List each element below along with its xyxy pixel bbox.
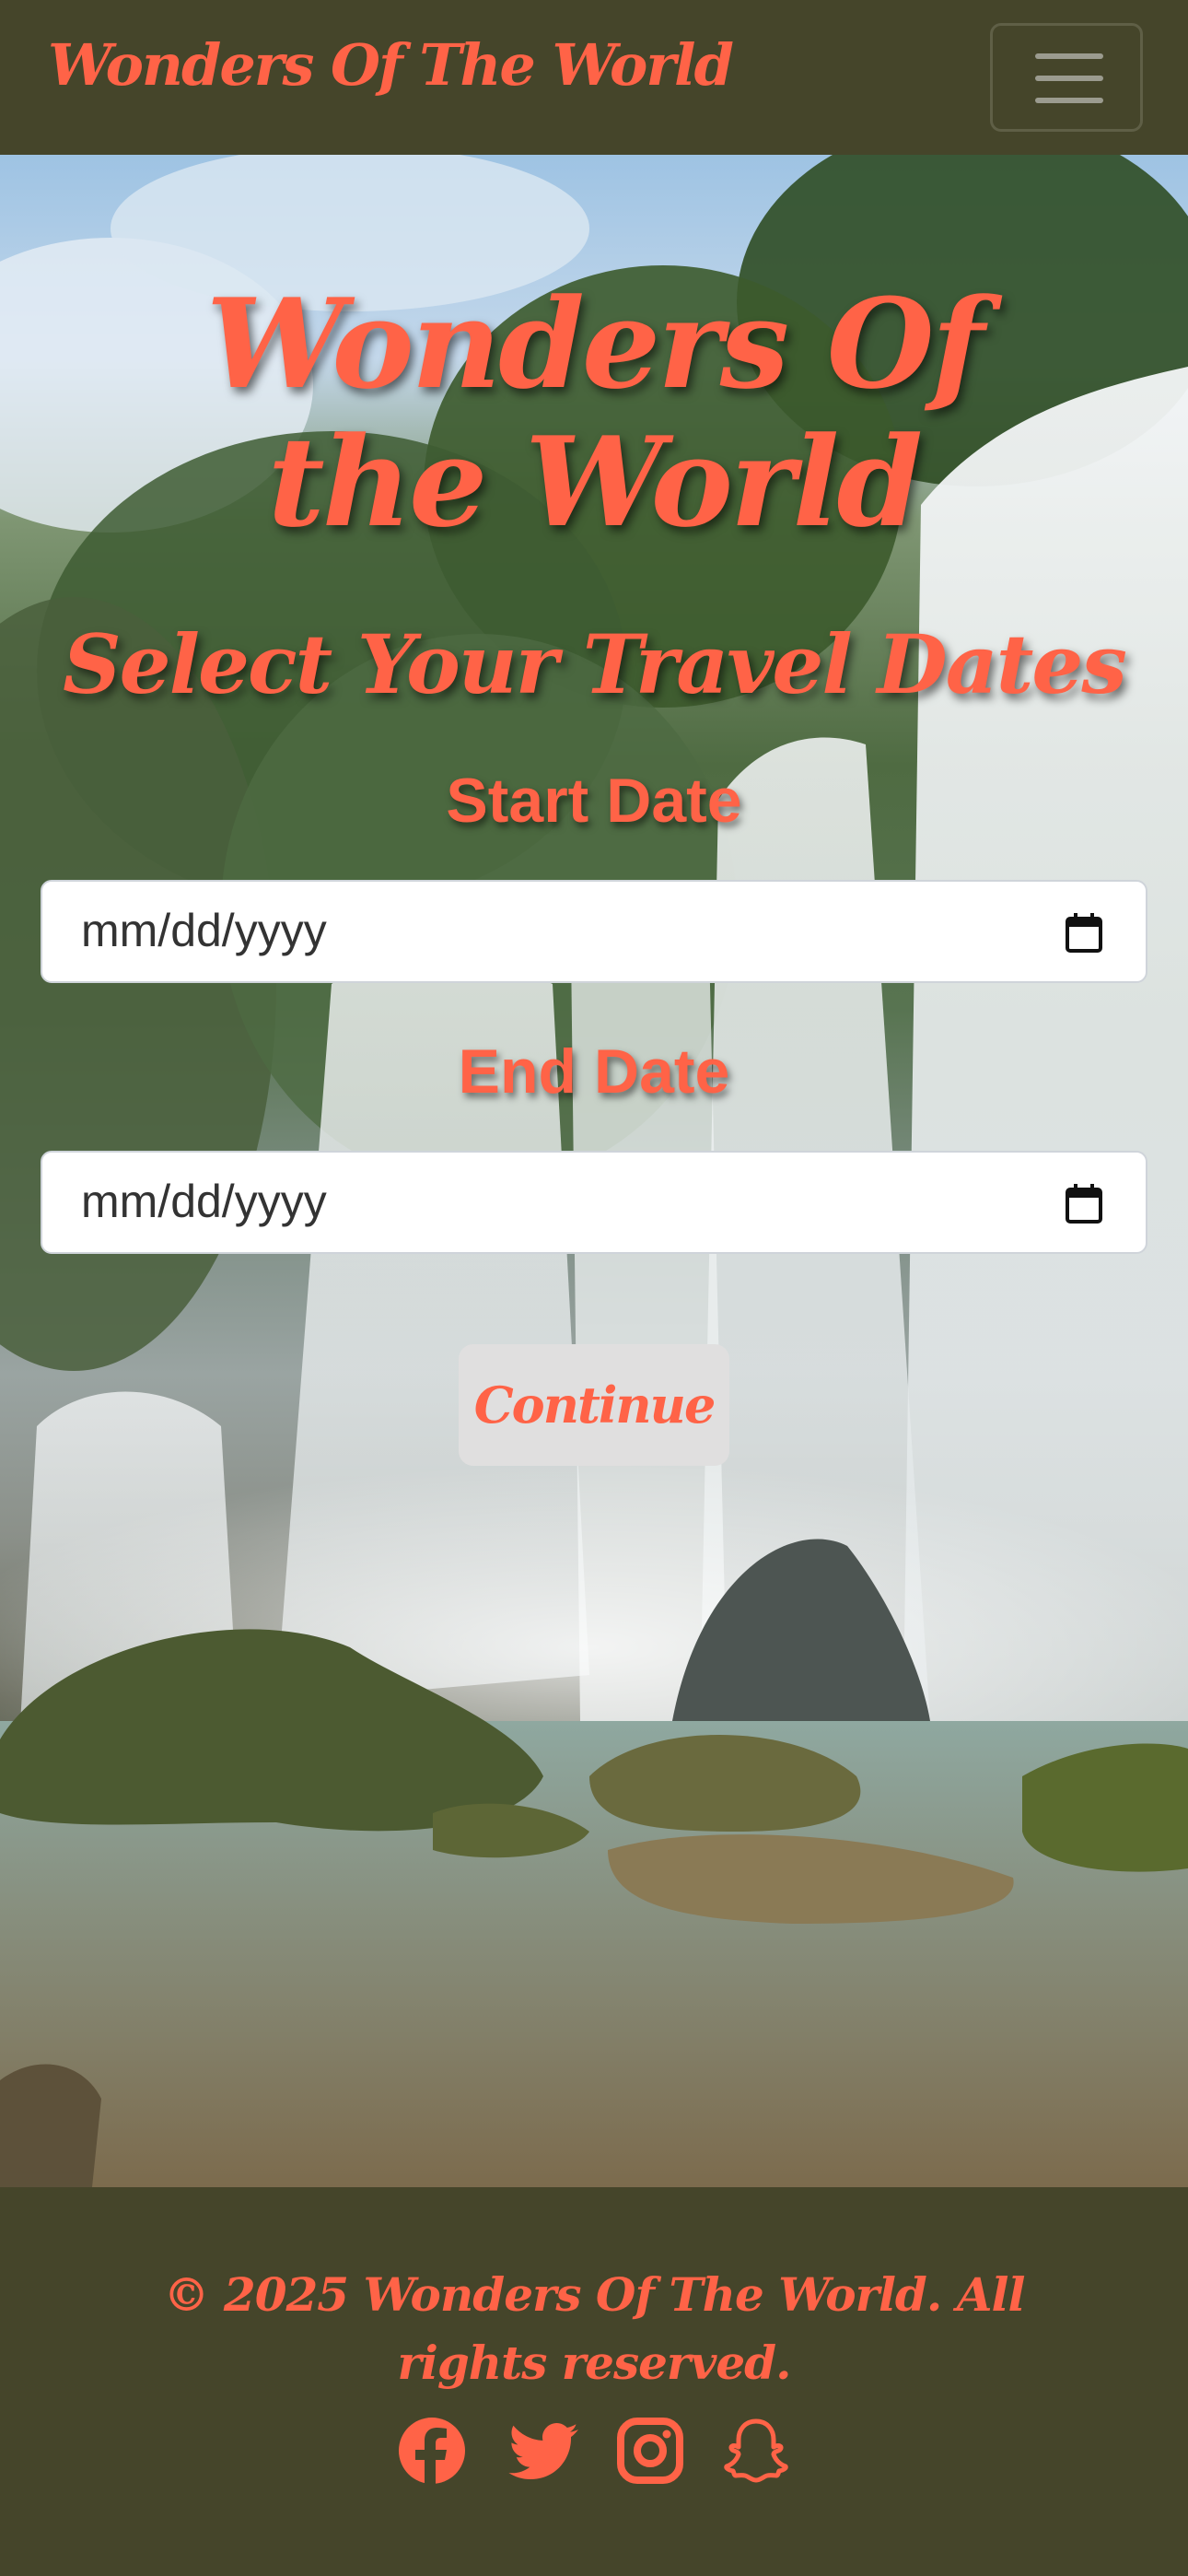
twitter-icon[interactable] [508, 2416, 578, 2486]
page-title: Wonders Of the World [205, 271, 984, 555]
snapchat-icon[interactable] [721, 2416, 791, 2486]
start-date-input[interactable]: mm/dd/yyyy [41, 880, 1147, 983]
section-subtitle: Select Your Travel Dates [63, 616, 1127, 712]
continue-button[interactable]: Continue [459, 1344, 729, 1466]
end-date-label: End Date [458, 1036, 730, 1107]
navbar-toggle-button[interactable] [990, 23, 1143, 132]
facebook-icon[interactable] [397, 2416, 467, 2486]
navbar: Wonders Of The World [0, 0, 1188, 155]
hero-section: Wonders Of the World Select Your Travel … [0, 155, 1188, 2187]
calendar-icon[interactable] [1065, 1184, 1103, 1224]
footer: © 2025 Wonders Of The World. All rights … [0, 2187, 1188, 2576]
calendar-icon[interactable] [1065, 913, 1103, 954]
end-date-input[interactable]: mm/dd/yyyy [41, 1151, 1147, 1254]
start-date-placeholder: mm/dd/yyyy [81, 905, 327, 956]
hamburger-menu-icon [1035, 53, 1103, 59]
end-date-placeholder: mm/dd/yyyy [81, 1176, 327, 1227]
instagram-icon[interactable] [615, 2416, 685, 2486]
start-date-label: Start Date [446, 766, 742, 836]
brand-link[interactable]: Wonders Of The World [48, 31, 734, 99]
copyright-text: © 2025 Wonders Of The World. All rights … [163, 2267, 1026, 2390]
